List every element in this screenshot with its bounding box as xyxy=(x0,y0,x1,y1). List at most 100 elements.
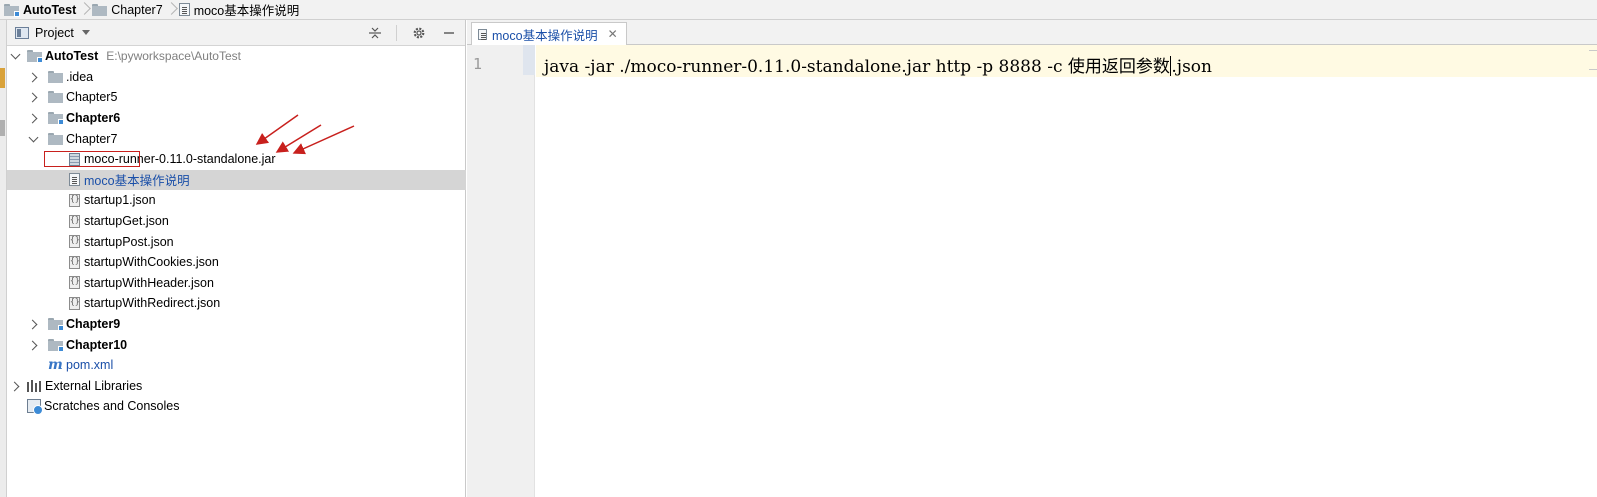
collapsed-arrow-icon[interactable] xyxy=(27,91,39,103)
project-tool-window: Project AutoTest E:\pyworkspace\AutoTest… xyxy=(7,20,466,497)
module-folder-icon xyxy=(48,338,64,352)
tree-item-label: startupWithCookies.json xyxy=(84,255,219,270)
collapse-all-button[interactable] xyxy=(367,25,397,41)
json-file-icon xyxy=(69,193,80,207)
collapsed-arrow-icon[interactable] xyxy=(9,380,21,392)
tree-item-startupget[interactable]: startupGet.json xyxy=(7,211,466,232)
expanded-arrow-icon[interactable] xyxy=(9,50,21,62)
tree-item-startup1[interactable]: startup1.json xyxy=(7,190,466,211)
tree-item-label: Chapter5 xyxy=(66,90,118,105)
json-file-icon xyxy=(69,276,80,290)
tool-window-button[interactable] xyxy=(0,120,5,136)
tree-item-label: Chapter7 xyxy=(66,131,118,146)
tree-item-label: startupGet.json xyxy=(84,214,169,229)
folder-icon xyxy=(92,3,108,16)
project-path: E:\pyworkspace\AutoTest xyxy=(106,49,241,64)
module-folder-icon xyxy=(27,50,43,64)
expanded-arrow-icon[interactable] xyxy=(27,133,39,145)
tree-item-label: Chapter6 xyxy=(66,111,121,126)
collapsed-arrow-icon[interactable] xyxy=(27,339,39,351)
settings-button[interactable] xyxy=(411,25,427,41)
tree-item-jar[interactable]: moco-runner-0.11.0-standalone.jar xyxy=(7,149,466,170)
breadcrumb-label: Chapter7 xyxy=(111,2,163,17)
tree-item-chapter5[interactable]: Chapter5 xyxy=(7,87,466,108)
json-file-icon xyxy=(69,296,80,310)
tab-label: moco基本操作说明 xyxy=(492,28,598,43)
collapse-all-icon xyxy=(368,27,381,39)
tree-item-label: Scratches and Consoles xyxy=(44,399,180,414)
tree-item-label: External Libraries xyxy=(45,378,143,393)
tree-item-external-libraries[interactable]: External Libraries xyxy=(7,376,466,397)
jar-file-icon xyxy=(69,152,80,166)
minimize-icon xyxy=(444,32,454,34)
breadcrumb-item-chapter7[interactable]: Chapter7 xyxy=(88,0,163,20)
tree-item-chapter10[interactable]: Chapter10 xyxy=(7,334,466,355)
close-icon[interactable]: ✕ xyxy=(608,27,618,41)
json-file-icon xyxy=(69,214,80,228)
collapsed-arrow-icon[interactable] xyxy=(27,112,39,124)
current-line[interactable]: java -jar ./moco-runner-0.11.0-standalon… xyxy=(536,45,1597,77)
tree-item-scratches[interactable]: Scratches and Consoles xyxy=(7,396,466,417)
tree-item-label: startupWithRedirect.json xyxy=(84,296,221,311)
collapsed-arrow-icon[interactable] xyxy=(27,71,39,83)
tree-item-startupwithredirect[interactable]: startupWithRedirect.json xyxy=(7,293,466,314)
module-folder-icon xyxy=(48,112,64,126)
project-tree: AutoTest E:\pyworkspace\AutoTest .idea C… xyxy=(7,46,466,417)
navigation-breadcrumb: AutoTest Chapter7 moco基本操作说明 xyxy=(0,0,1597,20)
json-file-icon xyxy=(69,235,80,249)
tree-item-label: startup1.json xyxy=(84,193,156,208)
tree-item-label: Chapter10 xyxy=(66,337,128,352)
text-file-icon xyxy=(478,28,487,40)
code-before-caret: java -jar ./moco-runner-0.11.0-standalon… xyxy=(544,57,1170,77)
project-panel-header: Project xyxy=(7,20,465,46)
project-view-selector[interactable]: Project xyxy=(35,26,74,40)
tree-item-chapter9[interactable]: Chapter9 xyxy=(7,314,466,335)
collapsed-arrow-icon[interactable] xyxy=(27,318,39,330)
scratches-icon xyxy=(27,399,43,416)
scrollbar-marker[interactable] xyxy=(1589,50,1597,70)
breadcrumb-item-moco-doc[interactable]: moco基本操作说明 xyxy=(175,0,300,20)
tree-item-label: moco-runner-0.11.0-standalone.jar xyxy=(84,152,276,167)
tree-item-idea[interactable]: .idea xyxy=(7,67,466,88)
library-icon xyxy=(27,379,41,392)
breadcrumb-label: moco基本操作说明 xyxy=(193,4,300,18)
folder-icon xyxy=(48,91,63,104)
tool-window-button[interactable] xyxy=(0,68,5,88)
tree-item-startupwithheader[interactable]: startupWithHeader.json xyxy=(7,273,466,294)
gear-icon xyxy=(413,27,425,39)
editor-area: moco基本操作说明 ✕ 1 java -jar ./moco-runner-0… xyxy=(467,20,1597,497)
code-text[interactable]: java -jar ./moco-runner-0.11.0-standalon… xyxy=(544,52,1212,77)
breadcrumb-separator-icon xyxy=(167,0,175,20)
tree-item-label: moco基本操作说明 xyxy=(84,174,190,189)
tree-item-label: startupWithHeader.json xyxy=(84,275,214,290)
module-folder-icon xyxy=(48,318,64,332)
editor-tab-bar: moco基本操作说明 ✕ xyxy=(467,20,1597,45)
project-view-icon xyxy=(15,26,29,39)
tree-item-label: pom.xml xyxy=(66,358,114,373)
tree-item-pom[interactable]: m pom.xml xyxy=(7,355,466,376)
folder-icon xyxy=(48,132,63,145)
line-number: 1 xyxy=(473,55,483,73)
tree-item-chapter7[interactable]: Chapter7 xyxy=(7,128,466,149)
tree-item-label: .idea xyxy=(66,69,94,84)
maven-icon: m xyxy=(48,357,63,374)
text-file-icon xyxy=(69,173,80,187)
json-file-icon xyxy=(69,255,80,269)
editor-tab-moco-doc[interactable]: moco基本操作说明 ✕ xyxy=(471,22,627,45)
chevron-down-icon[interactable] xyxy=(81,30,90,35)
breadcrumb-item-autotest[interactable]: AutoTest xyxy=(0,0,76,20)
tool-window-strip xyxy=(0,20,7,497)
code-after-caret: .json xyxy=(1171,57,1212,77)
hide-panel-button[interactable] xyxy=(441,25,457,41)
breadcrumb-label: AutoTest xyxy=(23,2,77,17)
folder-icon xyxy=(48,70,63,83)
module-folder-icon xyxy=(4,3,20,17)
tree-item-autotest[interactable]: AutoTest E:\pyworkspace\AutoTest xyxy=(7,46,466,67)
tree-item-chapter6[interactable]: Chapter6 xyxy=(7,108,466,129)
tree-item-moco-doc[interactable]: moco基本操作说明 xyxy=(7,169,466,191)
tree-item-startuppost[interactable]: startupPost.json xyxy=(7,231,466,252)
breadcrumb-separator-icon xyxy=(80,0,88,20)
fold-marker xyxy=(523,45,535,75)
tree-item-label: Chapter9 xyxy=(66,317,121,332)
tree-item-startupwithcookies[interactable]: startupWithCookies.json xyxy=(7,252,466,273)
